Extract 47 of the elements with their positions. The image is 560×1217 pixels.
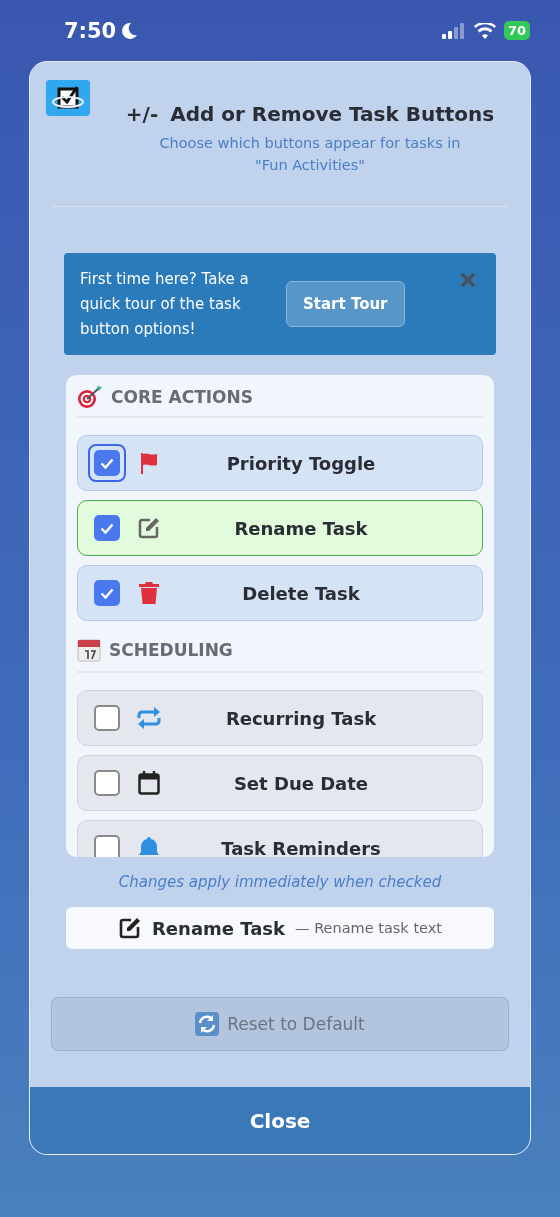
refresh-icon	[195, 1012, 220, 1036]
app-logo-icon	[46, 80, 90, 116]
preview-title: Rename Task	[152, 917, 286, 939]
calendar-icon	[138, 771, 160, 795]
option-row[interactable]: Set Due Date	[77, 755, 483, 811]
target-icon	[77, 384, 103, 409]
edit-icon	[118, 916, 142, 940]
option-label: Task Reminders	[220, 837, 382, 857]
option-label: Priority Toggle	[225, 452, 377, 474]
hint-text: Changes apply immediately when checked	[117, 873, 443, 891]
battery-indicator: 70	[503, 21, 530, 40]
check-icon	[100, 457, 114, 469]
option-row[interactable]: Recurring Task	[77, 690, 483, 746]
option-row[interactable]: Delete Task	[77, 565, 483, 621]
bell-icon	[138, 836, 160, 857]
option-label: Set Due Date	[232, 772, 370, 794]
trash-icon	[138, 581, 160, 605]
option-label: Recurring Task	[224, 707, 378, 729]
dialog-subtitle: Choose which buttons appear for tasks in "Fun Activities"	[158, 134, 462, 175]
wifi-icon	[473, 22, 496, 39]
section-title: SCHEDULING	[109, 640, 233, 660]
moon-icon	[120, 21, 139, 40]
option-row[interactable]: Task Reminders	[77, 820, 483, 857]
signal-icon	[441, 22, 466, 39]
repeat-icon	[136, 706, 162, 730]
section-title: CORE ACTIONS	[111, 386, 254, 407]
option-label: Delete Task	[241, 582, 361, 604]
checkbox[interactable]	[94, 835, 120, 857]
checkbox[interactable]	[94, 515, 120, 541]
option-label: Rename Task	[233, 517, 369, 539]
banner-text: First time here? Take a quick tour of the task button options!	[80, 268, 250, 340]
close-icon[interactable]	[460, 272, 476, 288]
close-button[interactable]: Close	[30, 1087, 530, 1154]
clock-time: 7:50	[64, 18, 117, 43]
check-icon	[100, 522, 114, 534]
calendar-icon	[77, 638, 101, 662]
checkbox[interactable]	[94, 450, 120, 476]
checkbox[interactable]	[94, 770, 120, 796]
checkbox[interactable]	[94, 580, 120, 606]
preview-description: — Rename task text	[295, 920, 442, 936]
checkbox[interactable]	[94, 705, 120, 731]
dialog-title: Add or Remove Task Buttons	[170, 102, 495, 126]
title-symbol: +/-	[125, 102, 159, 126]
edit-icon	[137, 516, 161, 540]
check-icon	[100, 587, 114, 599]
option-row[interactable]: Rename Task	[77, 500, 483, 556]
option-row[interactable]: Priority Toggle	[77, 435, 483, 491]
